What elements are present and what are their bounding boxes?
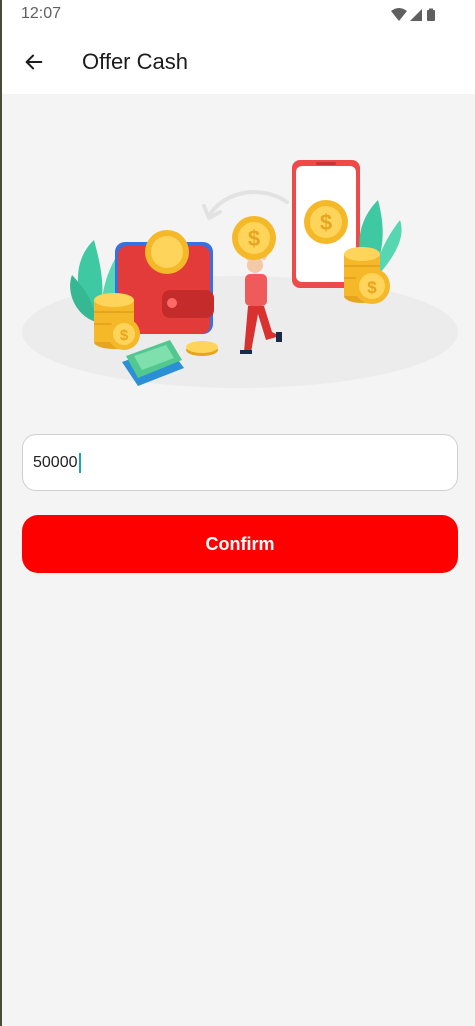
coin-stack-icon: $ (94, 293, 140, 350)
svg-text:$: $ (320, 210, 332, 235)
text-caret (78, 452, 81, 473)
svg-text:$: $ (120, 327, 129, 344)
status-icons (391, 8, 435, 21)
screen: 12:07 Offer Cash $ $ $ $ 50000 Confirm (0, 0, 475, 1026)
coin-icon: $ (304, 200, 348, 244)
wallet-phone-coins-illustration: $ $ $ $ (22, 160, 458, 388)
battery-icon (427, 8, 435, 21)
app-bar: Offer Cash (2, 30, 475, 94)
svg-text:$: $ (367, 278, 377, 297)
confirm-button[interactable]: Confirm (22, 515, 458, 573)
arrow-left-icon (25, 54, 43, 70)
coin-icon: $ (232, 216, 276, 260)
status-time: 12:07 (21, 5, 62, 22)
wifi-icon (391, 8, 407, 21)
back-button[interactable] (18, 46, 50, 78)
svg-text:$: $ (248, 226, 260, 251)
amount-input-value: 50000 (33, 453, 78, 471)
signal-icon (410, 9, 422, 21)
curved-arrow-icon (202, 189, 289, 220)
coin-icon (186, 341, 218, 356)
amount-input[interactable]: 50000 (22, 434, 458, 491)
coin-icon (145, 230, 189, 274)
status-bar: 12:07 (2, 0, 475, 30)
page-title: Offer Cash (82, 49, 188, 74)
